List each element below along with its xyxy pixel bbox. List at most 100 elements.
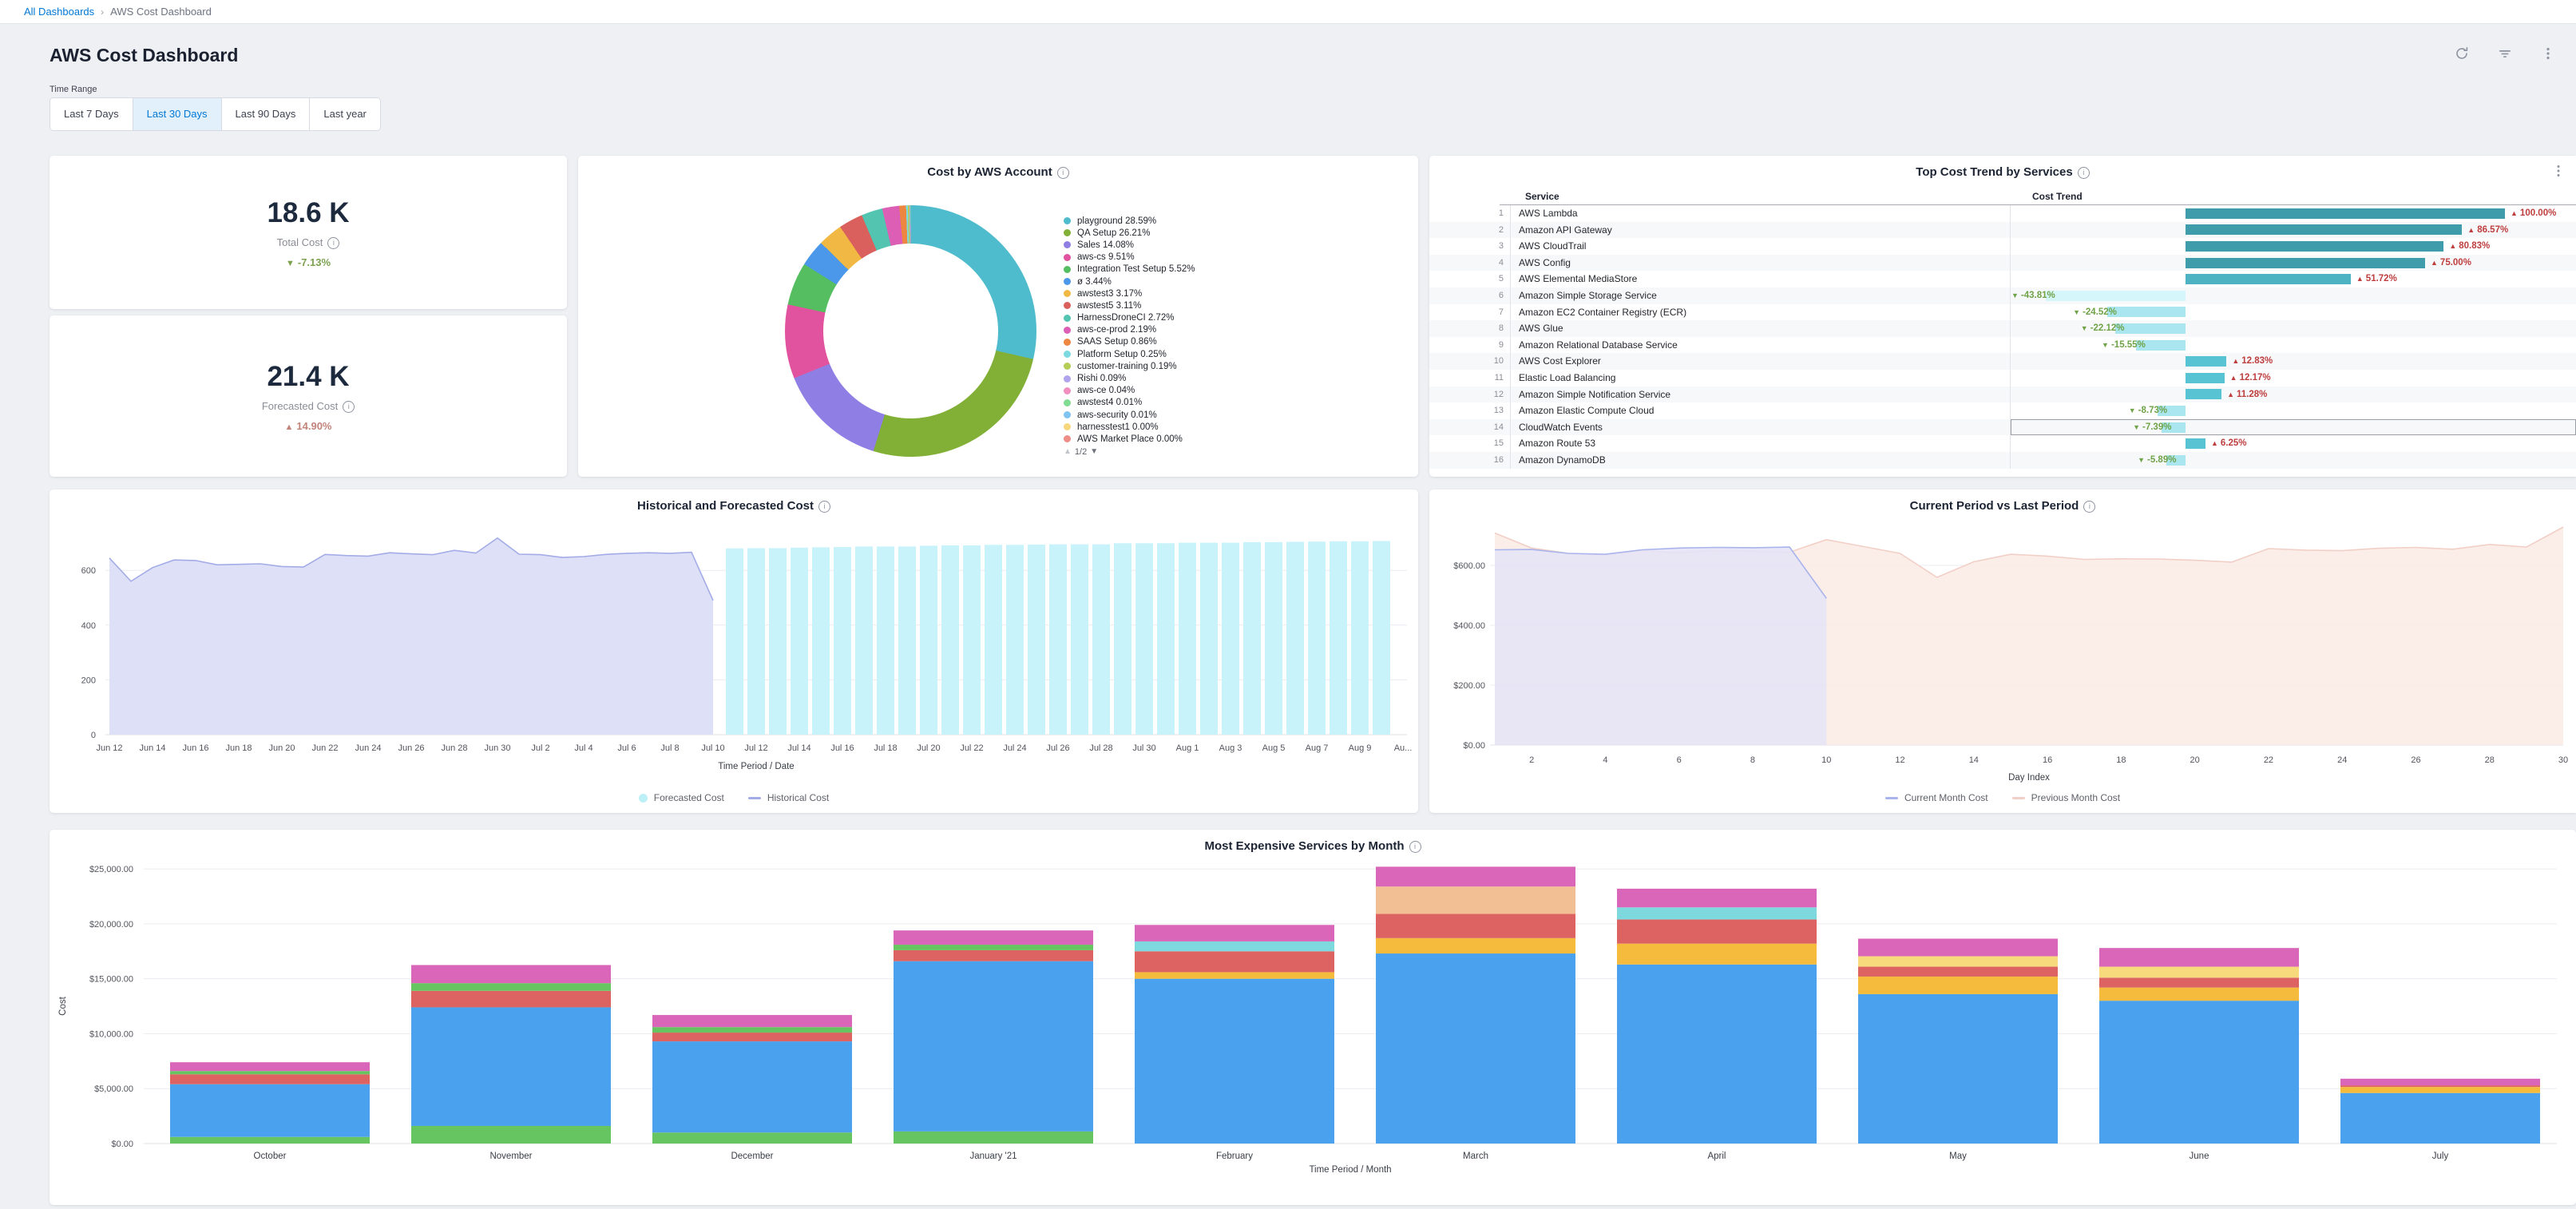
donut-legend-item[interactable]: aws-ce-prod 2.19% [1064, 324, 1195, 336]
donut-legend-item[interactable]: QA Setup 26.21% [1064, 227, 1195, 239]
table-row[interactable]: 9Amazon Relational Database Service▼-15.… [1429, 337, 2576, 354]
donut-legend-item[interactable]: awstest3 3.17% [1064, 287, 1195, 299]
trend-bar [2186, 373, 2225, 383]
table-row[interactable]: 11Elastic Load Balancing▲12.17% [1429, 370, 2576, 386]
legend-pagination: ▲1/2▼ [1064, 447, 1195, 457]
table-row[interactable]: 6Amazon Simple Storage Service▼-43.81% [1429, 287, 2576, 304]
row-number: 14 [1429, 419, 1511, 436]
trend-value: ▼-43.81% [2011, 287, 2055, 304]
info-icon[interactable]: i [2083, 501, 2095, 513]
x-tick-label: Jun 20 [268, 743, 295, 753]
table-row[interactable]: 2Amazon API Gateway▲86.57% [1429, 222, 2576, 239]
donut-legend-item[interactable]: Integration Test Setup 5.52% [1064, 264, 1195, 275]
donut-legend-label: HarnessDroneCI 2.72% [1077, 313, 1174, 323]
stack-segment [1617, 907, 1817, 919]
time-range-button-last-30-days[interactable]: Last 30 Days [133, 98, 222, 130]
period-comparison-chart[interactable]: $0.00$200.00$400.00$600.0024681012141618… [1429, 490, 2576, 813]
y-tick-label: $15,000.00 [89, 975, 133, 985]
table-row[interactable]: 10AWS Cost Explorer▲12.83% [1429, 353, 2576, 370]
trend-bar [2046, 291, 2186, 301]
table-row[interactable]: 7Amazon EC2 Container Registry (ECR)▼-24… [1429, 304, 2576, 321]
row-number: 11 [1429, 370, 1511, 386]
donut-legend-item[interactable]: HarnessDroneCI 2.72% [1064, 312, 1195, 324]
stack-segment [652, 1132, 852, 1144]
x-tick-label: 14 [1969, 755, 1979, 765]
total-cost-label: Total Costi [277, 236, 340, 249]
down-triangle-icon: ▼ [2102, 341, 2109, 349]
legend-item[interactable]: Current Month Cost [1885, 792, 1988, 803]
table-row[interactable]: 15Amazon Route 53▲6.25% [1429, 435, 2576, 452]
table-row[interactable]: 13Amazon Elastic Compute Cloud▼-8.73% [1429, 402, 2576, 419]
stack-segment [894, 1132, 1093, 1144]
up-triangle-icon: ▲ [2356, 275, 2364, 283]
forecast-bar [898, 546, 916, 735]
donut-legend-item[interactable]: harnesstest1 0.00% [1064, 421, 1195, 433]
cost-by-account-donut[interactable] [785, 205, 1036, 457]
historical-forecasted-chart[interactable]: 0200400600Jun 12Jun 14Jun 16Jun 18Jun 20… [50, 490, 1418, 813]
y-tick-label: $0.00 [111, 1140, 133, 1149]
table-row[interactable]: 8AWS Glue▼-22.12% [1429, 320, 2576, 337]
service-name: Amazon DynamoDB [1511, 452, 2011, 469]
refresh-icon[interactable] [2455, 46, 2469, 61]
up-triangle-icon: ▲ [2511, 209, 2518, 217]
filter-icon[interactable] [2498, 46, 2512, 61]
cost-trend-cell: ▲6.25% [2011, 435, 2576, 452]
info-icon[interactable]: i [2078, 167, 2090, 179]
breadcrumb-all-dashboards[interactable]: All Dashboards [24, 6, 94, 18]
info-icon[interactable]: i [818, 501, 830, 513]
donut-legend-item[interactable]: aws-ce 0.04% [1064, 385, 1195, 397]
row-number: 10 [1429, 353, 1511, 370]
trend-bar [2186, 389, 2221, 399]
time-range-button-last-90-days[interactable]: Last 90 Days [222, 98, 311, 130]
x-tick-label: July [2432, 1152, 2449, 1161]
donut-legend-item[interactable]: ø 3.44% [1064, 275, 1195, 287]
legend-item[interactable]: Forecasted Cost [639, 792, 724, 803]
row-number: 13 [1429, 402, 1511, 419]
donut-legend-item[interactable]: Rishi 0.09% [1064, 372, 1195, 384]
historical-forecasted-title: Historical and Forecasted Costi [50, 499, 1418, 513]
info-icon[interactable]: i [1409, 841, 1421, 853]
time-range-button-last-7-days[interactable]: Last 7 Days [50, 98, 133, 130]
donut-legend-item[interactable]: aws-security 0.01% [1064, 409, 1195, 421]
y-tick-label: $600.00 [1453, 561, 1485, 571]
info-icon[interactable]: i [1057, 167, 1069, 179]
x-tick-label: Jun 28 [441, 743, 467, 753]
table-row[interactable]: 12Amazon Simple Notification Service▲11.… [1429, 386, 2576, 403]
legend-page-up-icon[interactable]: ▲ [1064, 447, 1072, 456]
legend-page-down-icon[interactable]: ▼ [1090, 447, 1098, 456]
donut-legend-item[interactable]: aws-cs 9.51% [1064, 252, 1195, 264]
donut-legend-item[interactable]: playground 28.59% [1064, 215, 1195, 227]
monthly-services-chart[interactable]: $0.00$5,000.00$10,000.00$15,000.00$20,00… [50, 830, 2576, 1205]
row-number: 16 [1429, 452, 1511, 469]
forecast-bar [855, 546, 873, 735]
trend-value: ▲51.72% [2356, 271, 2397, 287]
card-more-options-icon[interactable] [2552, 164, 2565, 178]
table-row[interactable]: 4AWS Config▲75.00% [1429, 255, 2576, 272]
donut-legend-item[interactable]: awstest4 0.01% [1064, 397, 1195, 409]
total-cost-card: 18.6 K Total Costi ▼-7.13% [50, 156, 567, 309]
x-tick-label: December [731, 1152, 773, 1161]
table-row[interactable]: 14CloudWatch Events▼-7.39% [1429, 419, 2576, 436]
donut-legend-item[interactable]: SAAS Setup 0.86% [1064, 336, 1195, 348]
legend-item[interactable]: Previous Month Cost [2012, 792, 2120, 803]
donut-legend-label: awstest5 3.11% [1077, 301, 1141, 311]
stack-segment [894, 930, 1093, 945]
x-axis-label: Time Period / Date [718, 762, 794, 771]
more-options-icon[interactable] [2541, 46, 2555, 61]
donut-legend-item[interactable]: AWS Market Place 0.00% [1064, 433, 1195, 445]
info-icon[interactable]: i [327, 237, 339, 249]
time-range-button-last-year[interactable]: Last year [310, 98, 379, 130]
y-tick-label: $10,000.00 [89, 1029, 133, 1039]
donut-legend-item[interactable]: Sales 14.08% [1064, 239, 1195, 251]
info-icon[interactable]: i [343, 401, 355, 413]
donut-legend-item[interactable]: awstest5 3.11% [1064, 299, 1195, 311]
stack-segment [411, 1007, 611, 1126]
table-row[interactable]: 1AWS Lambda▲100.00% [1429, 205, 2576, 222]
legend-item[interactable]: Historical Cost [748, 792, 829, 803]
table-row[interactable]: 3AWS CloudTrail▲80.83% [1429, 238, 2576, 255]
table-row[interactable]: 16Amazon DynamoDB▼-5.89% [1429, 452, 2576, 469]
donut-legend-item[interactable]: customer-training 0.19% [1064, 360, 1195, 372]
down-triangle-icon: ▼ [286, 259, 295, 268]
donut-legend-item[interactable]: Platform Setup 0.25% [1064, 348, 1195, 360]
table-row[interactable]: 5AWS Elemental MediaStore▲51.72% [1429, 271, 2576, 287]
